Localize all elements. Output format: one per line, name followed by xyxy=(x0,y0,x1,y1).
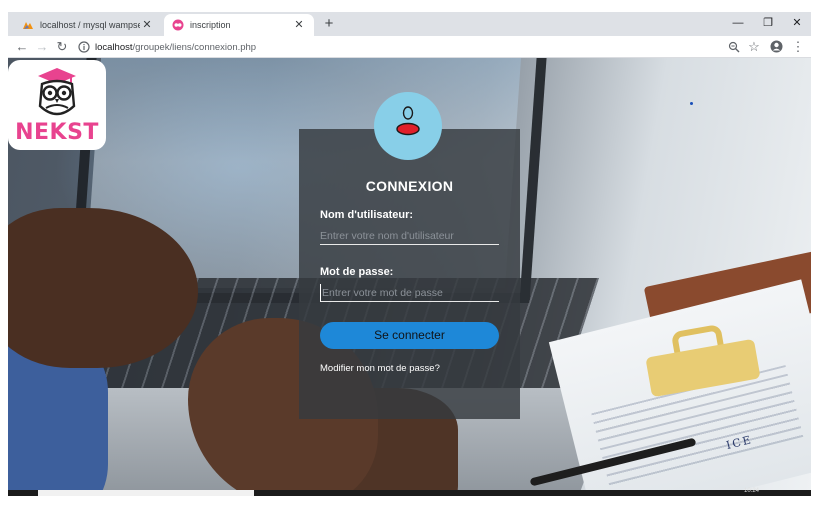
url-host: localhost xyxy=(95,41,133,53)
new-tab-icon[interactable]: + xyxy=(320,15,338,33)
background-dot xyxy=(690,102,693,105)
tab-title: localhost / mysql wampserver / s xyxy=(40,20,140,30)
taskbar-search-box[interactable] xyxy=(38,490,254,496)
tab-strip: localhost / mysql wampserver / s ✕ inscr… xyxy=(8,12,811,36)
login-title: CONNEXION xyxy=(365,178,454,194)
owl-icon xyxy=(38,68,76,116)
user-icon xyxy=(396,106,420,136)
browser-toolbar: ← → ↻ localhost/groupek/liens/connexion.… xyxy=(8,36,811,58)
avatar xyxy=(374,92,442,160)
tab-inscription[interactable]: inscription ✕ xyxy=(164,14,314,36)
back-arrow-icon[interactable]: ← xyxy=(14,39,30,55)
page-content: ICE NEKST CONNEXION Nom d'utilisateur: E… xyxy=(8,58,811,496)
logo-text: NEKST xyxy=(15,120,99,145)
minimize-icon[interactable]: — xyxy=(724,12,752,34)
restore-icon[interactable]: ❐ xyxy=(754,12,782,34)
close-icon[interactable]: ✕ xyxy=(292,18,306,32)
info-icon[interactable] xyxy=(78,41,90,53)
password-label: Mot de passe: xyxy=(320,266,394,278)
phpmyadmin-icon xyxy=(23,22,33,29)
username-label: Nom d'utilisateur: xyxy=(320,209,414,221)
site-icon xyxy=(172,19,184,31)
browser-window: localhost / mysql wampserver / s ✕ inscr… xyxy=(8,12,811,496)
password-input[interactable] xyxy=(320,284,499,302)
reload-icon[interactable]: ↻ xyxy=(54,39,70,55)
tab-phpmyadmin[interactable]: localhost / mysql wampserver / s ✕ xyxy=(14,14,162,36)
close-icon[interactable]: ✕ xyxy=(140,18,154,32)
forward-arrow-icon[interactable]: → xyxy=(34,39,50,55)
login-button[interactable]: Se connecter xyxy=(320,322,499,349)
taskbar-clock: 10:24 xyxy=(744,488,760,494)
zoom-icon[interactable] xyxy=(726,39,742,55)
tab-title: inscription xyxy=(190,20,231,30)
change-password-link[interactable]: Modifier mon mot de passe? xyxy=(320,363,440,374)
url-path: /groupek/liens/connexion.php xyxy=(132,41,257,53)
bookmark-star-icon[interactable]: ☆ xyxy=(746,39,762,55)
menu-kebab-icon[interactable]: ⋮ xyxy=(790,39,806,55)
profile-icon[interactable] xyxy=(768,39,784,55)
nekst-logo[interactable]: NEKST xyxy=(8,60,106,150)
address-bar[interactable]: localhost/groupek/liens/connexion.php xyxy=(78,38,738,56)
username-input[interactable] xyxy=(320,227,499,245)
window-close-icon[interactable]: ✕ xyxy=(783,12,811,34)
